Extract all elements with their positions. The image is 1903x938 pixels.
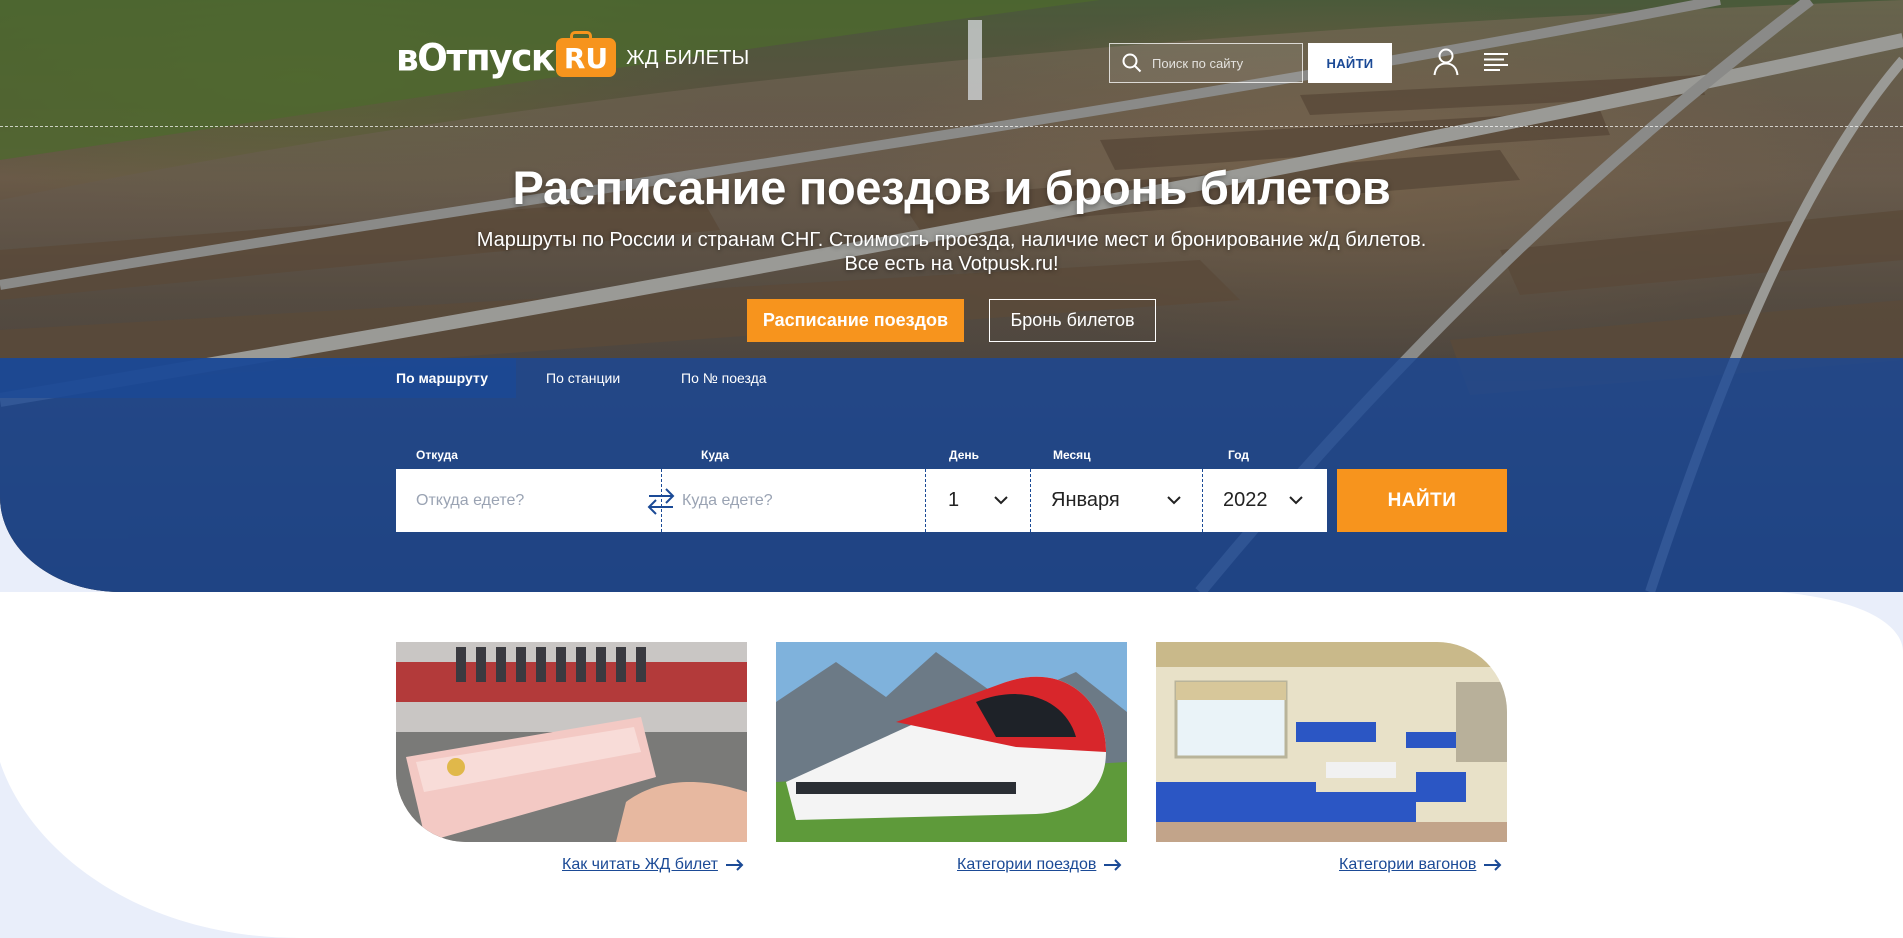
train-categories-link-label: Категории поездов [957, 856, 1097, 873]
schedule-button[interactable]: Расписание поездов [747, 299, 964, 342]
booking-button[interactable]: Бронь билетов [989, 299, 1156, 342]
wagon-categories-link-label: Категории вагонов [1339, 856, 1477, 873]
site-search-input[interactable] [1152, 55, 1292, 71]
day-select[interactable]: 1 [926, 469, 1030, 532]
user-icon[interactable] [1433, 48, 1459, 76]
hero-section: вОтпуск RU ЖД БИЛЕТЫ НАЙТИ Расписание по… [0, 0, 1903, 592]
train-image [776, 642, 1127, 842]
logo-subtitle: ЖД БИЛЕТЫ [626, 47, 750, 69]
search-icon [1122, 53, 1142, 73]
year-value: 2022 [1223, 489, 1268, 511]
to-label: Куда [701, 448, 729, 462]
year-label: Год [1228, 448, 1249, 462]
find-trains-button[interactable]: НАЙТИ [1337, 469, 1507, 532]
menu-icon[interactable] [1484, 53, 1508, 71]
read-ticket-link-label: Как читать ЖД билет [562, 856, 718, 873]
logo-word: вОтпуск [396, 36, 555, 81]
wagon-image [1156, 642, 1507, 842]
from-label: Откуда [416, 448, 458, 462]
route-search-form: 1 Января 2022 [396, 469, 1327, 532]
site-search-box [1109, 43, 1303, 83]
day-label: День [949, 448, 979, 462]
logo[interactable]: вОтпуск RU ЖД БИЛЕТЫ [396, 31, 750, 81]
read-ticket-link[interactable]: Как читать ЖД билет [562, 856, 744, 874]
arrow-right-icon [725, 859, 744, 871]
year-select[interactable]: 2022 [1203, 469, 1327, 532]
arrow-right-icon [1484, 859, 1502, 871]
month-value: Января [1051, 489, 1120, 511]
tab-by-train-number[interactable]: По № поезда [681, 358, 767, 398]
hero-subtitle-line2: Все есть на Votpusk.ru! [844, 253, 1059, 275]
tab-by-station[interactable]: По станции [546, 358, 620, 398]
hero-subtitle: Маршруты по России и странам СНГ. Стоимо… [0, 228, 1903, 276]
to-input[interactable] [662, 469, 912, 532]
train-categories-link[interactable]: Категории поездов [957, 856, 1122, 874]
month-label: Месяц [1053, 448, 1091, 462]
ticket-image [396, 642, 747, 842]
site-search-button[interactable]: НАЙТИ [1308, 43, 1392, 83]
logo-badge: RU [555, 31, 617, 77]
chevron-down-icon [1167, 496, 1181, 505]
wagon-image-card[interactable] [1156, 642, 1507, 842]
arrow-right-icon [1104, 859, 1122, 871]
tab-by-route[interactable]: По маршруту [0, 358, 912, 398]
wagon-categories-link[interactable]: Категории вагонов [1339, 856, 1502, 874]
chevron-down-icon [1289, 496, 1303, 505]
header-divider [0, 126, 1903, 127]
train-image-card[interactable] [776, 642, 1127, 842]
from-input[interactable] [396, 469, 636, 532]
ticket-image-card[interactable] [396, 642, 747, 842]
month-select[interactable]: Января [1031, 469, 1199, 532]
chevron-down-icon [994, 496, 1008, 505]
day-value: 1 [948, 489, 960, 511]
page-title: Расписание поездов и бронь билетов [512, 161, 1391, 214]
hero-subtitle-line1: Маршруты по России и странам СНГ. Стоимо… [476, 229, 1427, 251]
